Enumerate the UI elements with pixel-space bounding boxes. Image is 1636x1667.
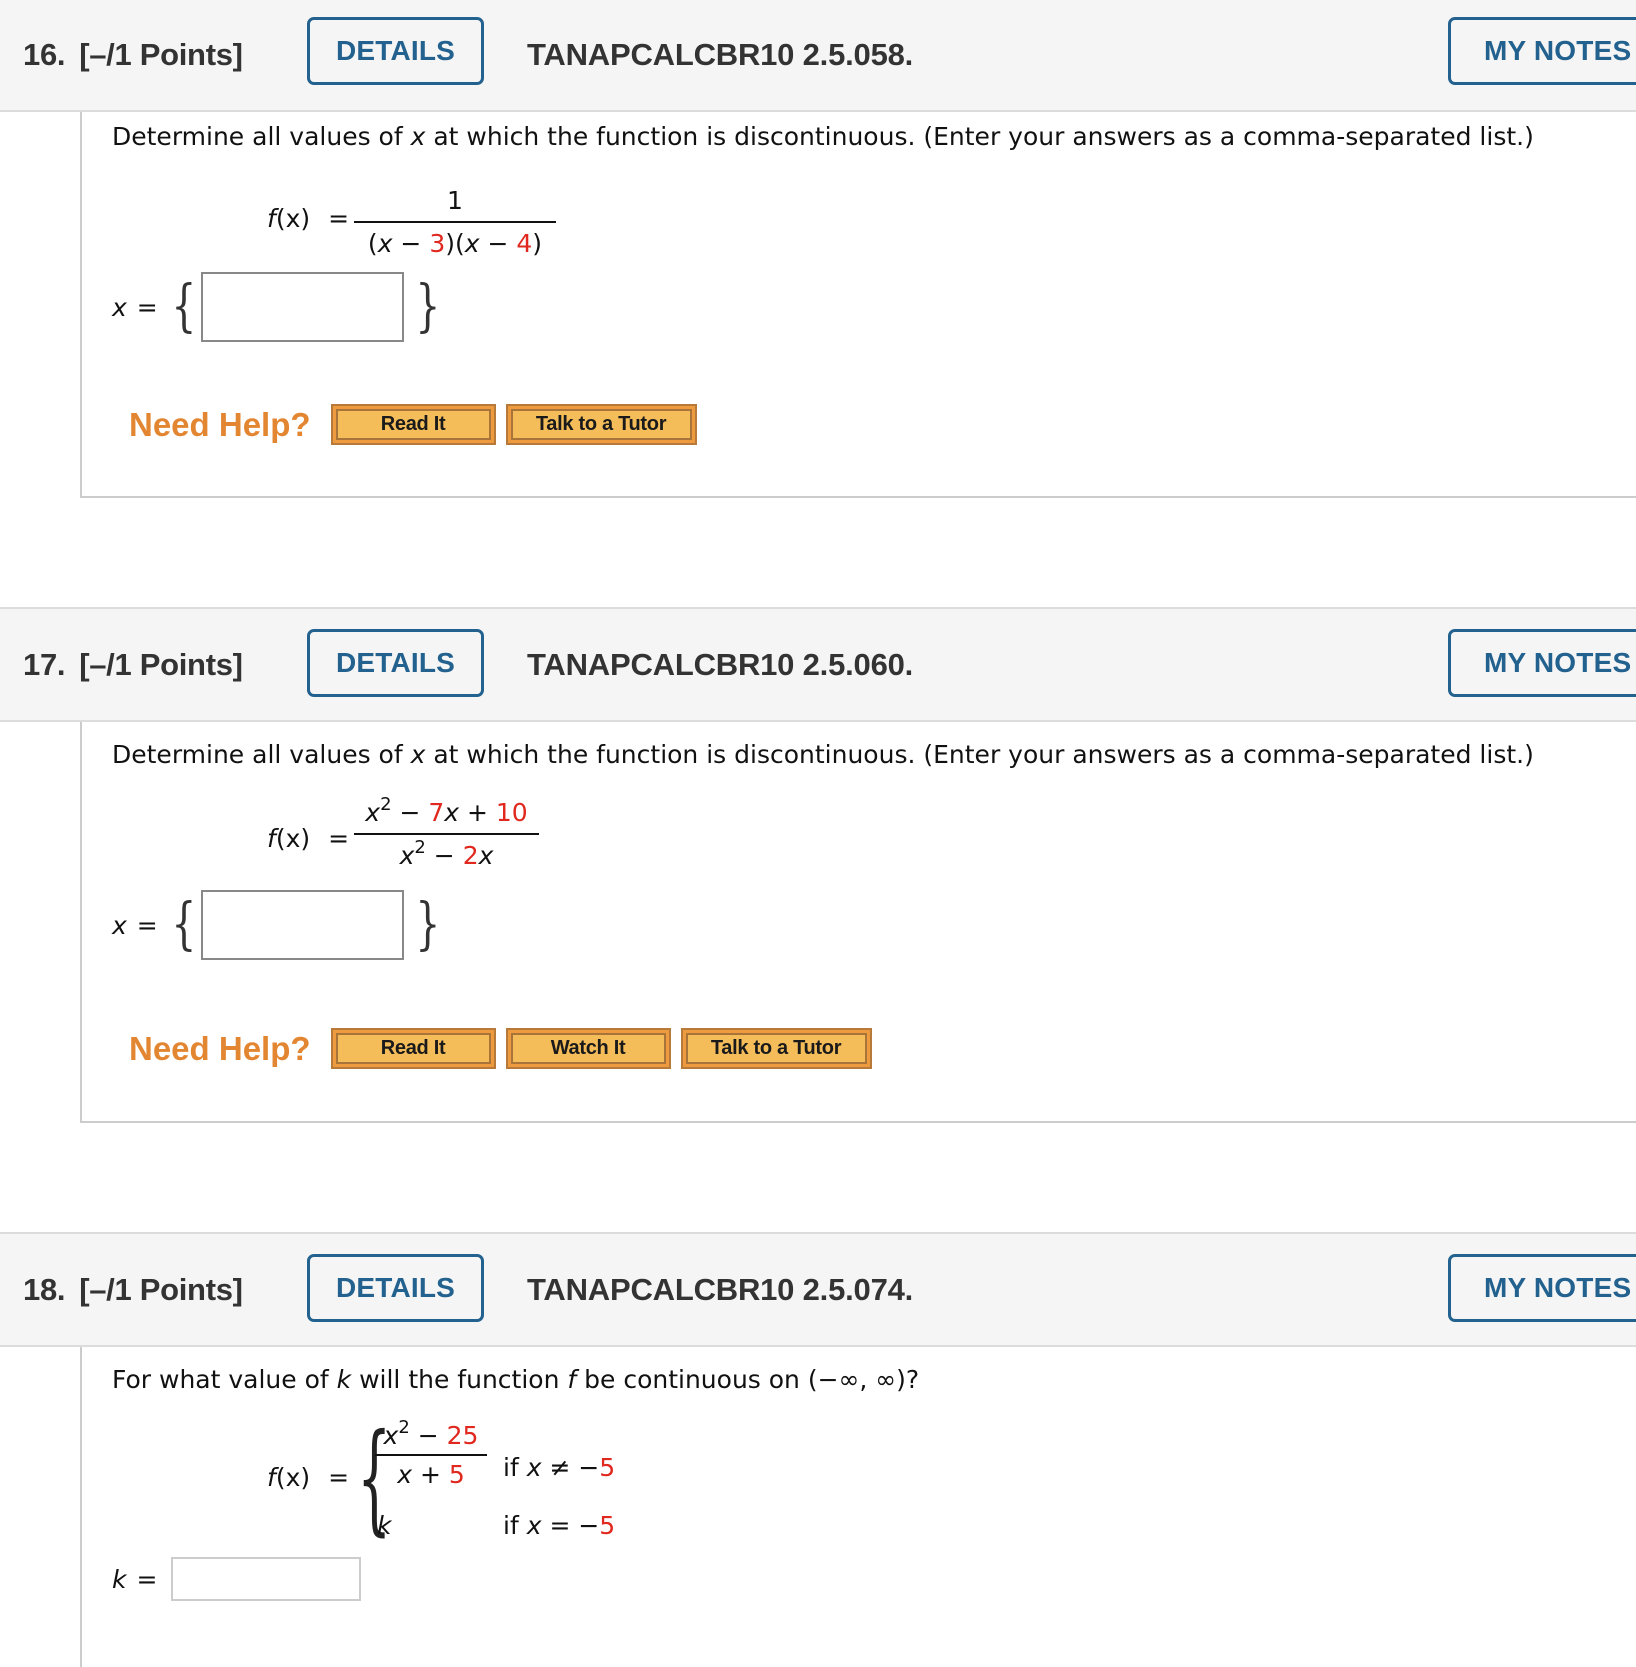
- question-17-body: Determine all values of x at which the f…: [80, 722, 1636, 1123]
- question-17-header: 17. [–/1 Points] DETAILS TANAPCALCBR10 2…: [0, 607, 1636, 722]
- function-lhs: f(x) =: [267, 1463, 350, 1492]
- question-prompt: Determine all values of x at which the f…: [112, 740, 1534, 769]
- fraction-bar: [375, 1454, 487, 1456]
- need-help-row: Need Help? Read It Talk to a Tutor: [129, 404, 707, 445]
- case1-fraction: x2 − 25 x + 5: [375, 1416, 487, 1489]
- denominator: x + 5: [397, 1460, 465, 1489]
- question-number: 16.: [23, 37, 66, 72]
- function-lhs: f(x) =: [267, 824, 350, 853]
- function-fraction: x2 − 7x + 10 x2 − 2x: [354, 793, 539, 870]
- question-points: [–/1 Points]: [79, 646, 243, 682]
- fraction-bar: [354, 833, 539, 835]
- details-button[interactable]: DETAILS: [307, 1254, 484, 1322]
- function-lhs: f(x) =: [267, 204, 350, 233]
- talk-to-tutor-button[interactable]: Talk to a Tutor: [680, 1028, 872, 1069]
- right-brace: }: [415, 274, 441, 339]
- question-16-header: 16. [–/1 Points] DETAILS TANAPCALCBR10 2…: [0, 0, 1636, 112]
- answer-row: k =: [112, 1557, 362, 1601]
- read-it-button[interactable]: Read It: [330, 404, 496, 445]
- question-18-header: 18. [–/1 Points] DETAILS TANAPCALCBR10 2…: [0, 1232, 1636, 1347]
- denominator: x2 − 2x: [399, 836, 494, 870]
- question-prompt: Determine all values of x at which the f…: [112, 122, 1534, 151]
- function-fraction: 1 (x − 3)(x − 4): [354, 186, 556, 258]
- watch-it-button[interactable]: Watch It: [505, 1028, 671, 1069]
- case2-condition: if x = −5: [503, 1511, 616, 1540]
- answer-variable: x: [112, 910, 127, 940]
- answer-input[interactable]: [201, 272, 405, 342]
- read-it-button[interactable]: Read It: [330, 1028, 496, 1069]
- left-brace: {: [171, 892, 197, 957]
- my-notes-button[interactable]: MY NOTES: [1448, 1254, 1636, 1322]
- answer-row: x = { }: [112, 272, 446, 342]
- question-number: 17.: [23, 646, 66, 682]
- answer-variable: x: [112, 292, 127, 322]
- case1-condition: if x ≠ −5: [503, 1453, 616, 1482]
- answer-row: x = { }: [112, 890, 446, 960]
- answer-input[interactable]: [171, 1557, 362, 1601]
- question-prompt: For what value of k will the function f …: [112, 1365, 920, 1394]
- right-brace: }: [415, 892, 441, 957]
- talk-to-tutor-button[interactable]: Talk to a Tutor: [505, 404, 697, 445]
- question-code: TANAPCALCBR10 2.5.060.: [527, 646, 914, 682]
- need-help-label: Need Help?: [129, 1029, 311, 1067]
- numerator: 1: [447, 186, 463, 215]
- question-code: TANAPCALCBR10 2.5.074.: [527, 1271, 914, 1307]
- need-help-row: Need Help? Read It Watch It Talk to a Tu…: [129, 1028, 882, 1069]
- question-16-body: Determine all values of x at which the f…: [80, 112, 1636, 498]
- question-code: TANAPCALCBR10 2.5.058.: [527, 37, 914, 72]
- numerator: x2 − 7x + 10: [365, 793, 528, 827]
- my-notes-button[interactable]: MY NOTES: [1448, 17, 1636, 85]
- case2-value: k: [377, 1511, 392, 1540]
- denominator: (x − 3)(x − 4): [367, 229, 543, 258]
- details-button[interactable]: DETAILS: [307, 629, 484, 697]
- question-points: [–/1 Points]: [79, 37, 243, 72]
- question-points: [–/1 Points]: [79, 1271, 243, 1307]
- answer-variable: k: [112, 1564, 127, 1594]
- details-button[interactable]: DETAILS: [307, 17, 484, 85]
- answer-input[interactable]: [201, 890, 405, 960]
- numerator: x2 − 25: [383, 1416, 479, 1450]
- fraction-bar: [354, 221, 556, 223]
- left-brace: {: [171, 274, 197, 339]
- my-notes-button[interactable]: MY NOTES: [1448, 629, 1636, 697]
- question-number: 18.: [23, 1271, 66, 1307]
- question-18-body: For what value of k will the function f …: [80, 1347, 1636, 1667]
- need-help-label: Need Help?: [129, 405, 311, 443]
